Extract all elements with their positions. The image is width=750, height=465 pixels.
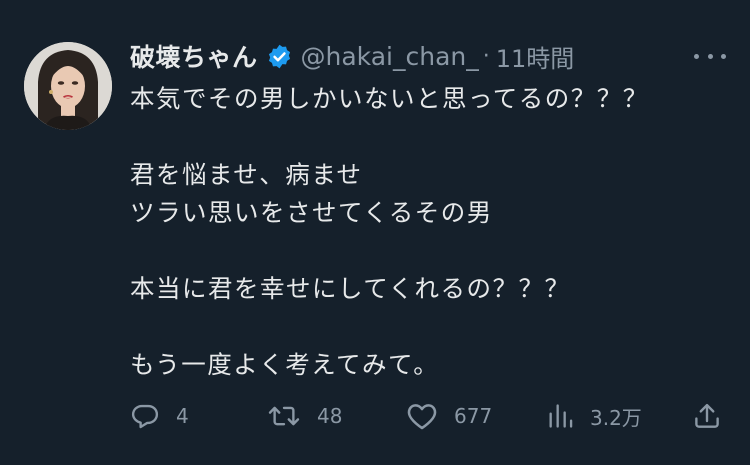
heart-icon [406, 401, 438, 431]
reply-icon [130, 401, 160, 431]
tweet-card[interactable]: 破壊ちゃん @hakai_chan_ · 11時間 本気でその男しかいないと思っ… [0, 0, 750, 465]
user-handle[interactable]: @hakai_chan_ [301, 42, 479, 71]
tweet-line: もう一度よく考えてみて。 [130, 350, 440, 379]
timestamp[interactable]: 11時間 [496, 39, 575, 74]
tweet-line: 本当に君を幸せにしてくれるの？？？ [130, 274, 571, 303]
share-icon [692, 401, 722, 431]
tweet-line: 本気でその男しかいないと思ってるの？？？ [130, 84, 649, 113]
more-options-icon[interactable] [694, 46, 726, 66]
tweet-header: 破壊ちゃん @hakai_chan_ · 11時間 [130, 36, 574, 76]
tweet-blank-line [130, 118, 720, 156]
views-icon [546, 401, 574, 431]
separator-dot: · [482, 43, 490, 69]
tweet-line: 君を悩ませ、病ませ [130, 160, 363, 189]
tweet-blank-line [130, 232, 720, 270]
share-button[interactable] [692, 394, 722, 438]
views-button[interactable]: 3.2万 [546, 394, 642, 438]
like-button[interactable]: 677 [406, 394, 492, 438]
display-name[interactable]: 破壊ちゃん [130, 38, 258, 74]
tweet-line: ツラい思いをさせてくるその男 [130, 198, 493, 227]
avatar[interactable] [24, 42, 112, 130]
views-count: 3.2万 [590, 405, 642, 430]
retweet-count: 48 [317, 404, 343, 428]
like-count: 677 [454, 404, 493, 428]
tweet-text: 本気でその男しかいないと思ってるの？？？ 君を悩ませ、病ませ ツラい思いをさせて… [130, 80, 720, 384]
reply-count: 4 [176, 404, 189, 428]
verified-badge-icon[interactable] [266, 43, 293, 70]
reply-button[interactable]: 4 [130, 394, 189, 438]
retweet-button[interactable]: 48 [267, 394, 342, 438]
tweet-blank-line [130, 308, 720, 346]
action-bar: 4 48 677 3.2万 [130, 394, 730, 438]
retweet-icon [267, 401, 301, 431]
